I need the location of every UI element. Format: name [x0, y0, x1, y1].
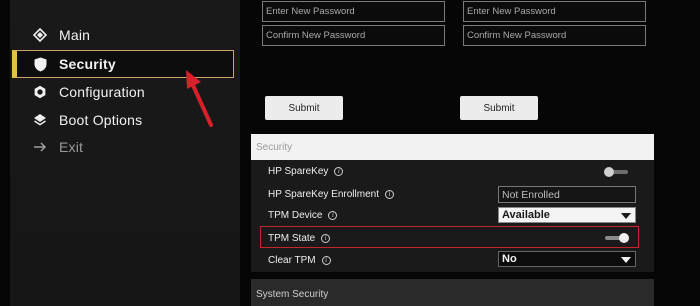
info-icon[interactable]: i: [384, 190, 394, 199]
hp-sparekey-enrollment-label: HP SpareKey Enrollment i: [268, 189, 394, 200]
nav-rail: [0, 0, 10, 306]
diamond-icon: [32, 27, 48, 43]
info-icon[interactable]: i: [321, 256, 331, 265]
clear-tpm-label: Clear TPM i: [268, 255, 331, 266]
clear-tpm-text: Clear TPM: [268, 255, 316, 266]
nav-item-label: Boot Options: [59, 112, 143, 128]
nav-item-label: Configuration: [59, 84, 145, 100]
confirm-password-field-right[interactable]: Confirm New Password: [463, 25, 646, 46]
nav-item-label: Security: [59, 56, 116, 72]
tpm-device-select[interactable]: Available: [498, 207, 636, 223]
arrow-right-icon: [32, 139, 48, 155]
hp-sparekey-label: HP SpareKey i: [268, 166, 344, 177]
system-security-section-header[interactable]: System Security: [251, 279, 654, 306]
chevron-down-icon: [621, 213, 631, 219]
annotation-arrow-icon: [186, 70, 213, 127]
gear-icon: [32, 84, 48, 100]
hp-sparekey-enrollment-text: HP SpareKey Enrollment: [268, 189, 379, 200]
clear-tpm-value: No: [502, 253, 517, 265]
security-section-header: Security: [251, 134, 654, 160]
new-password-field-right[interactable]: Enter New Password: [463, 1, 646, 22]
tpm-device-text: TPM Device: [268, 210, 323, 221]
toggle-knob: [604, 167, 614, 177]
layers-icon: [32, 112, 48, 128]
nav-item-label: Main: [59, 27, 91, 43]
nav-item-main[interactable]: Main: [12, 21, 234, 49]
nav-item-label: Exit: [59, 139, 84, 155]
tpm-device-label: TPM Device i: [268, 210, 338, 221]
enrollment-status-field: Not Enrolled: [498, 186, 636, 203]
confirm-password-field-left[interactable]: Confirm New Password: [262, 25, 445, 46]
tpm-device-value: Available: [502, 209, 550, 221]
left-nav-panel: Main Security Configuration Boot Options…: [0, 0, 240, 306]
hp-sparekey-text: HP SpareKey: [268, 166, 329, 177]
shield-icon: [32, 56, 48, 72]
info-icon[interactable]: i: [328, 211, 338, 220]
info-icon[interactable]: i: [334, 167, 344, 176]
clear-tpm-select[interactable]: No: [498, 251, 636, 267]
nav-item-exit[interactable]: Exit: [12, 133, 234, 161]
submit-button-left[interactable]: Submit: [265, 96, 343, 120]
new-password-field-left[interactable]: Enter New Password: [262, 1, 445, 22]
hp-sparekey-toggle[interactable]: [604, 167, 628, 177]
tpm-state-highlight-box: [260, 226, 639, 248]
chevron-down-icon: [621, 257, 631, 263]
submit-button-right[interactable]: Submit: [460, 96, 538, 120]
